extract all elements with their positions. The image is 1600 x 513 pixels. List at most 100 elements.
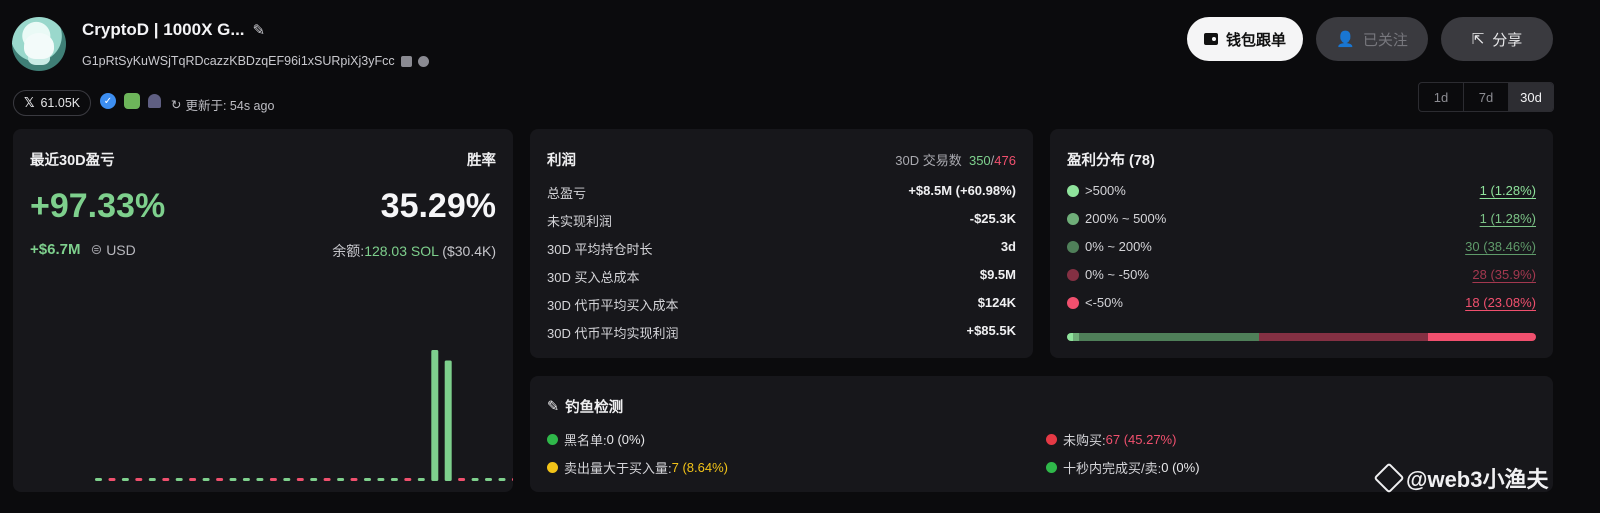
item-label: 十秒内完成买/卖: [1063, 461, 1162, 476]
badges: ✓ [100, 93, 161, 109]
pnl-bar[interactable] [310, 478, 318, 481]
pnl-bar[interactable] [242, 478, 250, 481]
pnl-bar[interactable] [175, 478, 183, 481]
pnl-bar[interactable] [498, 478, 506, 481]
range-value[interactable]: 1 (1.28%) [1480, 211, 1536, 226]
pnl-usd: +$6.7M [30, 241, 81, 258]
range-dot-icon [1067, 296, 1079, 309]
watermark: @web3小渔夫 [1373, 462, 1549, 494]
phishing-header: ✎ 钓鱼检测 [547, 396, 623, 417]
user-plus-icon: 👤 [1336, 31, 1355, 48]
pnl-bar[interactable] [202, 478, 210, 481]
pnl-bar[interactable] [404, 478, 412, 481]
item-label: 卖出量大于买入量: [564, 461, 672, 476]
pnl-bar[interactable] [108, 478, 116, 481]
frog-badge-icon [124, 93, 140, 109]
pnl-bar[interactable] [444, 360, 452, 482]
profit-row: 30D 代币平均买入成本 $124K [547, 295, 1016, 314]
item-value: 0 (0%) [606, 432, 645, 447]
twitter-followers-chip[interactable]: 𝕏 61.05K [13, 90, 92, 116]
pnl-bar[interactable] [485, 478, 492, 481]
pnl-bar-chart [95, 350, 513, 482]
period-7d[interactable]: 7d [1464, 83, 1509, 111]
row-value: +$85.5K [966, 323, 1016, 338]
wallet-copytrade-button[interactable]: 钱包跟单 [1187, 17, 1303, 61]
range-value[interactable]: 1 (1.28%) [1480, 183, 1536, 198]
range-value[interactable]: 28 (35.9%) [1472, 267, 1536, 282]
watermark-text: @web3小渔夫 [1406, 467, 1549, 492]
trades-loss: 476 [994, 153, 1016, 168]
pnl-bar[interactable] [417, 478, 425, 481]
period-1d[interactable]: 1d [1419, 83, 1464, 111]
range-value[interactable]: 18 (23.08%) [1465, 295, 1536, 310]
pnl-bar[interactable] [296, 478, 304, 481]
item-value: 7 (8.64%) [671, 460, 728, 475]
pnl-bar[interactable] [337, 478, 345, 481]
distribution-row: >500% 1 (1.28%) [1067, 183, 1536, 198]
status-dot-icon [1046, 462, 1057, 473]
pnl-bar[interactable] [148, 478, 156, 481]
copy-icon[interactable] [400, 55, 412, 67]
item-value: 0 (0%) [1161, 460, 1200, 475]
row-label: 30D 代币平均买入成本 [547, 298, 679, 313]
range-dot-icon [1067, 268, 1079, 281]
pnl-bar[interactable] [364, 478, 371, 481]
pnl-bar[interactable] [162, 478, 170, 481]
profit-row: 30D 买入总成本 $9.5M [547, 267, 1016, 286]
pnl-bar[interactable] [135, 478, 143, 481]
avatar [12, 17, 66, 71]
refresh-icon: ↻ [171, 98, 182, 112]
distribution-bar [1067, 333, 1536, 341]
row-label: 30D 代币平均实现利润 [547, 326, 679, 341]
profit-panel: 利润 30D 交易数 350/476 总盈亏 +$8.5M (+60.98%) 未… [530, 129, 1033, 358]
pnl-bar[interactable] [377, 478, 385, 481]
profit-title: 利润 [547, 153, 576, 169]
status-dot-icon [547, 462, 558, 473]
followers-count: 61.05K [40, 96, 81, 110]
edit-icon[interactable]: ✎ [253, 21, 266, 39]
pnl-bar[interactable] [121, 478, 129, 481]
currency-toggle-icon[interactable]: ⊜ [90, 241, 102, 258]
status-dot-icon [547, 434, 558, 445]
pnl-bar[interactable] [269, 478, 277, 481]
pnl-bar[interactable] [323, 478, 331, 481]
updated-status[interactable]: ↻ 更新于: 54s ago [171, 95, 274, 114]
pnl-bar[interactable] [458, 478, 466, 481]
range-label: <-50% [1085, 295, 1123, 310]
range-label: 0% ~ -50% [1085, 267, 1149, 282]
distribution-row: 200% ~ 500% 1 (1.28%) [1067, 211, 1536, 226]
distribution-row: 0% ~ -50% 28 (35.9%) [1067, 267, 1536, 282]
pnl-bar[interactable] [189, 478, 197, 481]
pnl-percent: +97.33% [30, 187, 166, 225]
profit-row: 总盈亏 +$8.5M (+60.98%) [547, 183, 1016, 202]
wallet-address: G1pRtSyKuWSjTqRDcazzKBDzqEF96i1xSURpiXj3… [82, 54, 395, 68]
binance-logo-icon [1373, 462, 1405, 494]
pnl-bar[interactable] [471, 478, 479, 481]
ghost-badge-icon [148, 94, 161, 108]
period-30d[interactable]: 30d [1509, 83, 1553, 111]
pnl-panel: 最近30D盈亏 胜率 +97.33% 35.29% +$6.7M ⊜ USD 余… [13, 129, 513, 492]
verified-badge-icon: ✓ [100, 93, 116, 109]
pnl-bar[interactable] [216, 478, 224, 481]
pnl-bar[interactable] [95, 478, 102, 481]
pnl-bar[interactable] [283, 478, 291, 481]
range-value[interactable]: 30 (38.46%) [1465, 239, 1536, 254]
range-dot-icon [1067, 240, 1079, 253]
item-label: 未购买: [1063, 433, 1106, 448]
row-value: $124K [977, 295, 1016, 310]
pnl-bar[interactable] [229, 478, 237, 481]
distribution-row: <-50% 18 (23.08%) [1067, 295, 1536, 310]
pnl-bar[interactable] [350, 478, 358, 481]
period-selector: 1d 7d 30d [1418, 82, 1554, 112]
share-button[interactable]: ⇱ 分享 [1441, 17, 1553, 61]
pnl-bar[interactable] [431, 350, 439, 481]
explorer-icon[interactable] [417, 55, 429, 67]
follow-button[interactable]: 👤 已关注 [1316, 17, 1428, 61]
pnl-bar[interactable] [511, 478, 513, 481]
row-label: 30D 买入总成本 [547, 270, 640, 285]
pnl-bar[interactable] [256, 478, 264, 481]
phishing-item-sell-gt-buy: 卖出量大于买入量: 7 (8.64%) [547, 458, 728, 477]
x-logo-icon: 𝕏 [24, 95, 35, 110]
pnl-bar[interactable] [390, 478, 398, 481]
winrate-value: 35.29% [380, 187, 496, 225]
